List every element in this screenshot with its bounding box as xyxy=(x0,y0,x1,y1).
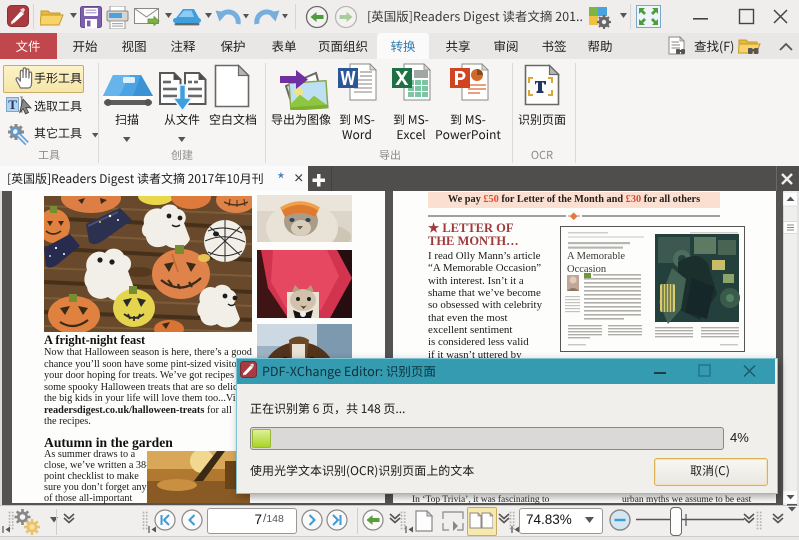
svg-text:A Memorable: A Memorable xyxy=(567,251,625,262)
svg-text:T: T xyxy=(8,97,17,112)
